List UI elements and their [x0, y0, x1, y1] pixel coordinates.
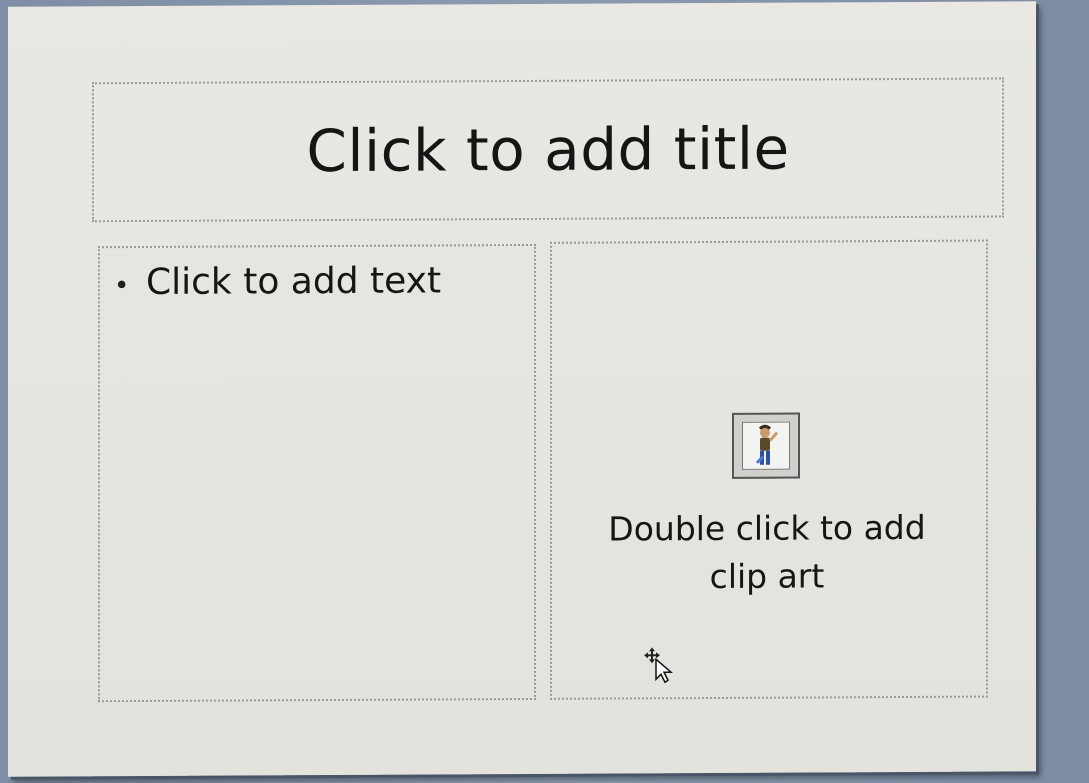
clipart-placeholder[interactable]: Double click to add clip art: [550, 239, 988, 700]
title-placeholder[interactable]: Click to add title: [92, 77, 1004, 223]
bullet-icon: •: [114, 271, 130, 302]
clip-art-icon[interactable]: [732, 412, 800, 479]
title-placeholder-text: Click to add title: [306, 114, 790, 186]
clipart-text-line1: Double click to add: [608, 507, 926, 549]
clip-art-figure-icon: [742, 421, 790, 470]
bullet-item: • Click to add text: [114, 260, 441, 303]
text-placeholder-text: Click to add text: [146, 260, 442, 303]
clipart-placeholder-text: Double click to add clip art: [552, 504, 982, 602]
text-placeholder[interactable]: • Click to add text: [98, 243, 536, 703]
slide-canvas[interactable]: Click to add title • Click to add text D…: [8, 1, 1036, 777]
move-cursor-icon: [644, 647, 674, 684]
clipart-text-line2: clip art: [709, 556, 825, 597]
